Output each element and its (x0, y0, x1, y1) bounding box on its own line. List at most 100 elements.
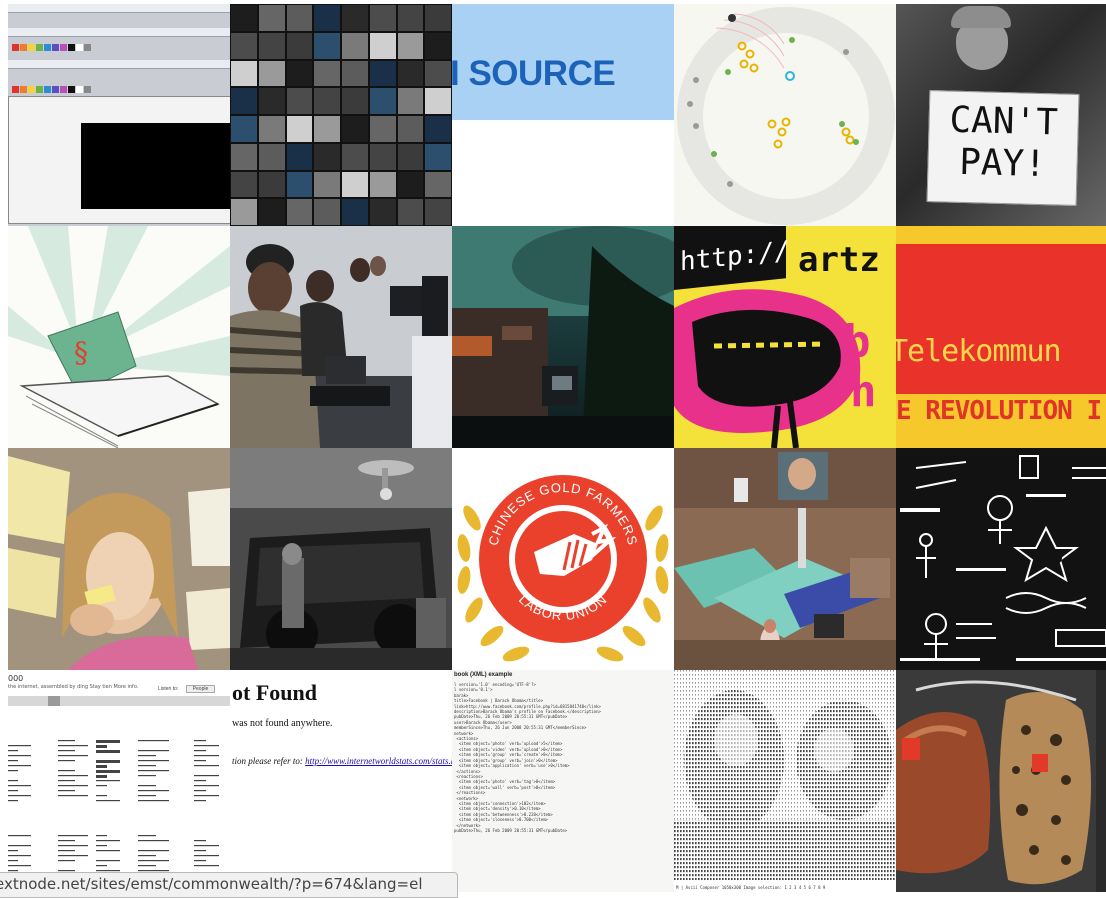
mosaic-cell (424, 115, 452, 143)
tile-http-artz[interactable]: b h http:// artz (674, 226, 896, 448)
listen-to-control[interactable]: Listen to: People (158, 685, 216, 693)
mosaic-cell (368, 198, 397, 226)
text-line (194, 785, 219, 787)
tile-web-page[interactable]: 000 the internet, assembled by ding Stay… (8, 670, 230, 892)
mosaic-cell (396, 115, 425, 143)
text-line (138, 800, 169, 802)
mosaic-cell (341, 115, 369, 143)
tile-sticky-notes[interactable] (8, 448, 230, 670)
color-palette-2 (12, 86, 91, 93)
text-line (96, 750, 120, 753)
text-line (8, 795, 31, 797)
text-line (96, 800, 120, 802)
tile-xml-code[interactable]: book (XML) example l version='1.0' encod… (452, 670, 674, 892)
mosaic-cell (368, 31, 397, 60)
color-swatch[interactable] (36, 44, 43, 51)
mosaic-cell (396, 142, 425, 171)
tile-bags[interactable] (896, 670, 1106, 892)
tile-telekommunisten[interactable]: Telekommun E REVOLUTION I (896, 226, 1106, 448)
red-banner (896, 244, 1106, 394)
text-line (96, 780, 120, 782)
tile-not-found[interactable]: ot Found was not found anywhere. tion pl… (230, 670, 452, 892)
text-line (194, 855, 219, 857)
text-line (194, 845, 219, 847)
tile-circular-diagram[interactable] (674, 4, 896, 226)
tile-virtual-world[interactable] (674, 448, 896, 670)
text-line (8, 755, 31, 757)
color-swatch[interactable] (52, 44, 59, 51)
tile-dark-street[interactable] (452, 226, 674, 448)
color-swatch[interactable] (20, 86, 27, 93)
text-line (8, 745, 31, 747)
tile-icons-diagram[interactable] (896, 448, 1106, 670)
color-swatch[interactable] (44, 44, 51, 51)
color-swatch[interactable] (12, 44, 19, 51)
color-swatch[interactable] (68, 44, 75, 51)
color-swatch[interactable] (84, 86, 91, 93)
tile-gold-farmers-union[interactable]: CHINESE GOLD FARMERS LABOR UNION (452, 448, 674, 670)
text-line (96, 865, 107, 867)
tile-ascii-art[interactable]: M | Ascii Composer 1050x300 Image select… (674, 670, 896, 892)
tile-photo-mosaic[interactable] (230, 4, 452, 226)
text-line (138, 775, 156, 777)
mosaic-cell (368, 59, 397, 88)
mosaic-cell (341, 4, 369, 32)
text-line (194, 840, 206, 842)
text-line (138, 865, 156, 867)
mosaic-cell (257, 115, 286, 143)
stats-link[interactable]: http://www.internetworldstats.com/stats.… (305, 756, 452, 766)
mosaic-cell (285, 142, 314, 171)
notes-photo-graphic (8, 448, 230, 670)
text-line (194, 760, 206, 762)
source-text: I SOURCE (452, 54, 616, 93)
text-line (8, 860, 18, 862)
color-swatch[interactable] (44, 86, 51, 93)
svg-text:§: § (74, 336, 88, 369)
mosaic-cell (341, 31, 369, 60)
tile-factory-photo[interactable] (230, 448, 452, 670)
text-line (138, 770, 169, 772)
mosaic-cell (396, 4, 425, 32)
color-swatch[interactable] (52, 86, 59, 93)
mosaic-cell (313, 170, 341, 199)
tab-indicator (48, 696, 60, 706)
tile-open-source[interactable]: I SOURCE (452, 4, 674, 226)
listen-label: Listen to: (158, 686, 179, 692)
mosaic-cell (257, 4, 286, 32)
color-swatch[interactable] (68, 86, 75, 93)
artz-text: artz (798, 240, 880, 280)
color-swatch[interactable] (28, 44, 35, 51)
tile-app-screenshot[interactable] (8, 4, 230, 226)
color-swatch[interactable] (60, 44, 67, 51)
document-window (8, 96, 230, 224)
text-line (8, 780, 18, 782)
mosaic-cell (285, 115, 314, 143)
mosaic-cell (396, 87, 425, 115)
tile-computer-lab[interactable] (230, 226, 452, 448)
color-swatch[interactable] (76, 86, 83, 93)
text-line (58, 840, 75, 842)
tile-cant-pay[interactable]: CAN'T PAY! (896, 4, 1106, 226)
text-line (58, 850, 75, 852)
color-swatch[interactable] (28, 86, 35, 93)
color-swatch[interactable] (76, 44, 83, 51)
text-line (58, 745, 88, 747)
listen-select[interactable]: People (185, 685, 216, 693)
mosaic-cell (396, 170, 425, 199)
color-swatch[interactable] (60, 86, 67, 93)
code-listing: l version='1.0' encoding='UTF-8'?> l ver… (454, 682, 601, 833)
tile-section-sign-sketch[interactable]: § (8, 226, 230, 448)
ascii-footer: M | Ascii Composer 1050x300 Image select… (676, 885, 826, 890)
web-page-tabbar (8, 696, 230, 706)
mosaic-cell (424, 170, 452, 199)
color-swatch[interactable] (84, 44, 91, 51)
mosaic-cell (368, 115, 397, 143)
color-swatch[interactable] (36, 86, 43, 93)
mosaic-cell (230, 170, 258, 199)
text-line (96, 795, 107, 797)
text-line (96, 775, 107, 778)
text-line (58, 750, 75, 752)
color-swatch[interactable] (20, 44, 27, 51)
text-line (8, 765, 31, 767)
color-swatch[interactable] (12, 86, 19, 93)
